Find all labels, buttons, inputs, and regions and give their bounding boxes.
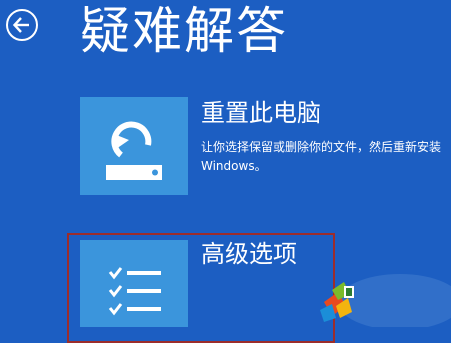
reset-option-title: 重置此电脑 <box>201 99 321 127</box>
reset-tile <box>80 97 188 195</box>
refresh-drive-icon <box>106 121 162 180</box>
back-button[interactable] <box>6 9 38 41</box>
reset-option-description: 让你选择保留或删除你的文件，然后重新安装 Windows。 <box>201 140 442 173</box>
reset-this-pc-option[interactable]: 重置此电脑 让你选择保留或删除你的文件，然后重新安装 Windows。 <box>80 97 445 195</box>
watermark-logo-icon <box>320 274 451 327</box>
advanced-tile <box>80 240 188 327</box>
advanced-options-option[interactable]: 高级选项 <box>80 240 325 327</box>
checklist-icon <box>108 267 161 316</box>
advanced-option-title: 高级选项 <box>201 240 297 268</box>
arrow-left-circle-icon <box>12 17 29 33</box>
page-title: 疑难解答 <box>80 2 288 60</box>
